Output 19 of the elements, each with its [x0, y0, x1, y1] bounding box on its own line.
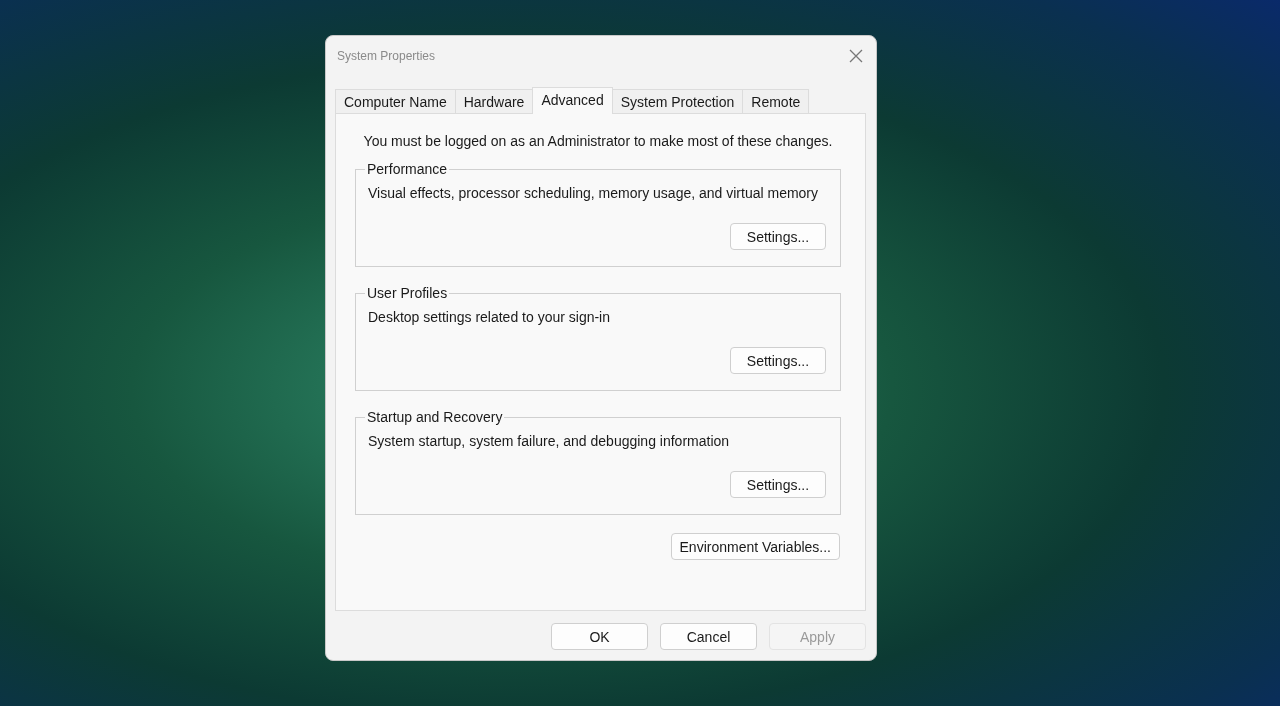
group-description: Desktop settings related to your sign-in: [368, 309, 611, 325]
notice-text: You must be logged on as an Administrator to make most of these changes.: [362, 133, 834, 149]
group-description: Visual effects, processor scheduling, memory usage, and virtual memory: [368, 185, 820, 201]
settings-button[interactable]: Settings...: [730, 223, 826, 250]
tab[interactable]: Computer Name: [335, 89, 456, 113]
group-title: User Profiles: [366, 285, 449, 301]
tab[interactable]: Remote: [742, 89, 810, 113]
group-title: Startup and Recovery: [366, 409, 504, 425]
settings-button[interactable]: Settings...: [730, 347, 826, 374]
settings-button[interactable]: Settings...: [730, 471, 826, 498]
window-title: System Properties: [337, 49, 436, 63]
dialog-button[interactable]: OK: [551, 623, 648, 650]
group-description: System startup, system failure, and debugging information: [368, 433, 731, 449]
close-icon[interactable]: [848, 48, 864, 64]
group-title: Performance: [366, 161, 449, 177]
tab[interactable]: System Protection: [611, 89, 744, 113]
dialog-button[interactable]: Cancel: [660, 623, 757, 650]
environment-variables-button[interactable]: Environment Variables...: [670, 533, 840, 560]
tab[interactable]: Advanced: [532, 87, 613, 114]
